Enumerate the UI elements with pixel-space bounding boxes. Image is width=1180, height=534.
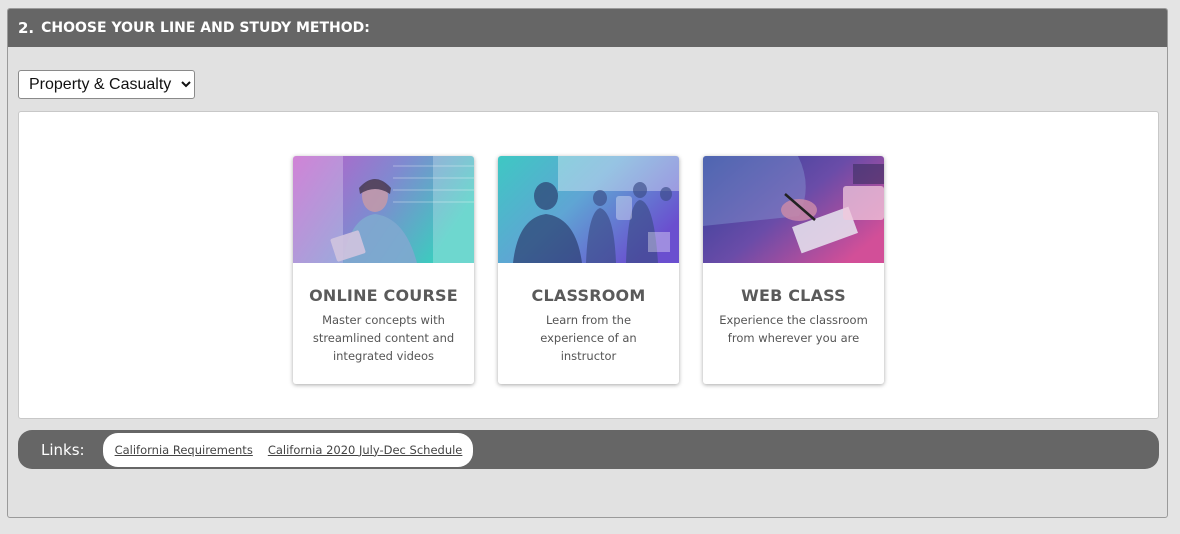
card-title: CLASSROOM xyxy=(531,286,646,305)
section-number: 2. xyxy=(18,19,35,37)
card-web-class[interactable]: WEB CLASS Experience the classroom from … xyxy=(703,156,884,384)
links-pill: California Requirements California 2020 … xyxy=(102,432,474,467)
card-classroom[interactable]: CLASSROOM Learn from the experience of a… xyxy=(498,156,679,384)
card-title: WEB CLASS xyxy=(741,286,846,305)
study-method-cards: ONLINE COURSE Master concepts with strea… xyxy=(18,111,1159,419)
classroom-image xyxy=(498,156,679,263)
web-class-image xyxy=(703,156,884,263)
card-description: Master concepts with streamlined content… xyxy=(312,313,455,363)
line-select[interactable]: Property & Casualty xyxy=(18,70,195,99)
card-description: Learn from the experience of an instruct… xyxy=(540,313,637,363)
card-description: Experience the classroom from wherever y… xyxy=(719,313,868,345)
link-california-requirements[interactable]: California Requirements xyxy=(115,443,253,457)
online-course-image xyxy=(293,156,474,263)
study-method-panel: 2. CHOOSE YOUR LINE AND STUDY METHOD: Pr… xyxy=(7,8,1168,518)
card-online-course[interactable]: ONLINE COURSE Master concepts with strea… xyxy=(293,156,474,384)
link-california-schedule[interactable]: California 2020 July-Dec Schedule xyxy=(268,443,463,457)
links-label: Links: xyxy=(41,440,85,459)
section-title: CHOOSE YOUR LINE AND STUDY METHOD: xyxy=(41,20,370,36)
section-header: 2. CHOOSE YOUR LINE AND STUDY METHOD: xyxy=(8,9,1167,47)
links-bar: Links: California Requirements Californi… xyxy=(18,430,1159,469)
card-title: ONLINE COURSE xyxy=(309,286,458,305)
